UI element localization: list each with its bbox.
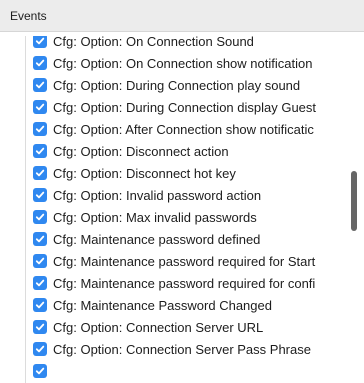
event-checkbox[interactable] <box>33 276 47 290</box>
event-row[interactable]: Cfg: Maintenance Password Changed <box>26 294 362 316</box>
event-label: Cfg: Option: Disconnect action <box>53 143 229 159</box>
event-checkbox[interactable] <box>33 320 47 334</box>
checkmark-icon <box>35 213 45 221</box>
checkmark-icon <box>35 81 45 89</box>
event-checkbox[interactable] <box>33 36 47 48</box>
event-label: Cfg: Option: During Connection play soun… <box>53 77 301 93</box>
event-label: Cfg: Maintenance password required for c… <box>53 275 316 291</box>
events-list[interactable]: Cfg: Option: On Connection Sound Cfg: Opt… <box>25 36 362 383</box>
event-row[interactable]: Cfg: Option: Disconnect action <box>26 140 362 162</box>
event-checkbox[interactable] <box>33 188 47 202</box>
event-row[interactable]: Cfg: Maintenance password defined <box>26 228 362 250</box>
checkmark-icon <box>35 37 45 45</box>
checkmark-icon <box>35 147 45 155</box>
event-checkbox[interactable] <box>33 56 47 70</box>
checkmark-icon <box>35 191 45 199</box>
event-row[interactable]: Cfg: Maintenance password required for S… <box>26 250 362 272</box>
checkmark-icon <box>35 279 45 287</box>
event-row[interactable]: Cfg: Option: Connection Server Pass Phra… <box>26 338 362 360</box>
checkmark-icon <box>35 257 45 265</box>
event-checkbox[interactable] <box>33 298 47 312</box>
event-row[interactable]: Cfg: Option: Max invalid passwords <box>26 206 362 228</box>
event-checkbox[interactable] <box>33 364 47 378</box>
checkmark-icon <box>35 103 45 111</box>
event-label: Cfg: Maintenance password required for S… <box>53 253 316 269</box>
event-label: Cfg: Option: Connection Server Pass Phra… <box>53 341 311 357</box>
event-row[interactable]: Cfg: Option: After Connection show notif… <box>26 118 362 140</box>
event-checkbox[interactable] <box>33 78 47 92</box>
event-label: Cfg: Option: On Connection Sound <box>53 36 254 49</box>
checkmark-icon <box>35 59 45 67</box>
scrollbar-thumb[interactable] <box>351 171 357 231</box>
event-label: Cfg: Maintenance password defined <box>53 231 261 247</box>
event-label: Cfg: Option: On Connection show notifica… <box>53 55 313 71</box>
checkmark-icon <box>35 323 45 331</box>
event-label: Cfg: Option: After Connection show notif… <box>53 121 314 137</box>
event-label: Cfg: Maintenance Password Changed <box>53 297 272 313</box>
checkmark-icon <box>35 235 45 243</box>
event-label: Cfg: Option: Disconnect hot key <box>53 165 236 181</box>
checkmark-icon <box>35 301 45 309</box>
event-checkbox[interactable] <box>33 254 47 268</box>
events-panel: Events Cfg: Option: On Connection Sound C… <box>0 0 364 383</box>
checkmark-icon <box>35 125 45 133</box>
event-label: Cfg: Option: Invalid password action <box>53 187 262 203</box>
event-row[interactable]: Cfg: Option: During Connection display G… <box>26 96 362 118</box>
event-row[interactable]: Cfg: Option: Invalid password action <box>26 184 362 206</box>
event-checkbox[interactable] <box>33 122 47 136</box>
event-checkbox[interactable] <box>33 100 47 114</box>
checkmark-icon <box>35 367 45 375</box>
event-row[interactable]: Cfg: Option: Disconnect hot key <box>26 162 362 184</box>
event-row[interactable] <box>26 360 362 382</box>
event-row[interactable]: Cfg: Option: Connection Server URL <box>26 316 362 338</box>
event-row[interactable]: Cfg: Option: During Connection play soun… <box>26 74 362 96</box>
checkmark-icon <box>35 345 45 353</box>
event-checkbox[interactable] <box>33 232 47 246</box>
event-label: Cfg: Option: During Connection display G… <box>53 99 317 115</box>
event-label: Cfg: Option: Max invalid passwords <box>53 209 257 225</box>
event-row[interactable]: Cfg: Option: On Connection Sound <box>26 36 362 52</box>
event-checkbox[interactable] <box>33 166 47 180</box>
event-checkbox[interactable] <box>33 210 47 224</box>
event-checkbox[interactable] <box>33 342 47 356</box>
event-row[interactable]: Cfg: Maintenance password required for c… <box>26 272 362 294</box>
events-header: Events <box>0 0 364 32</box>
event-row[interactable]: Cfg: Option: On Connection show notifica… <box>26 52 362 74</box>
events-header-label: Events <box>10 9 47 23</box>
event-checkbox[interactable] <box>33 144 47 158</box>
checkmark-icon <box>35 169 45 177</box>
event-label: Cfg: Option: Connection Server URL <box>53 319 264 335</box>
